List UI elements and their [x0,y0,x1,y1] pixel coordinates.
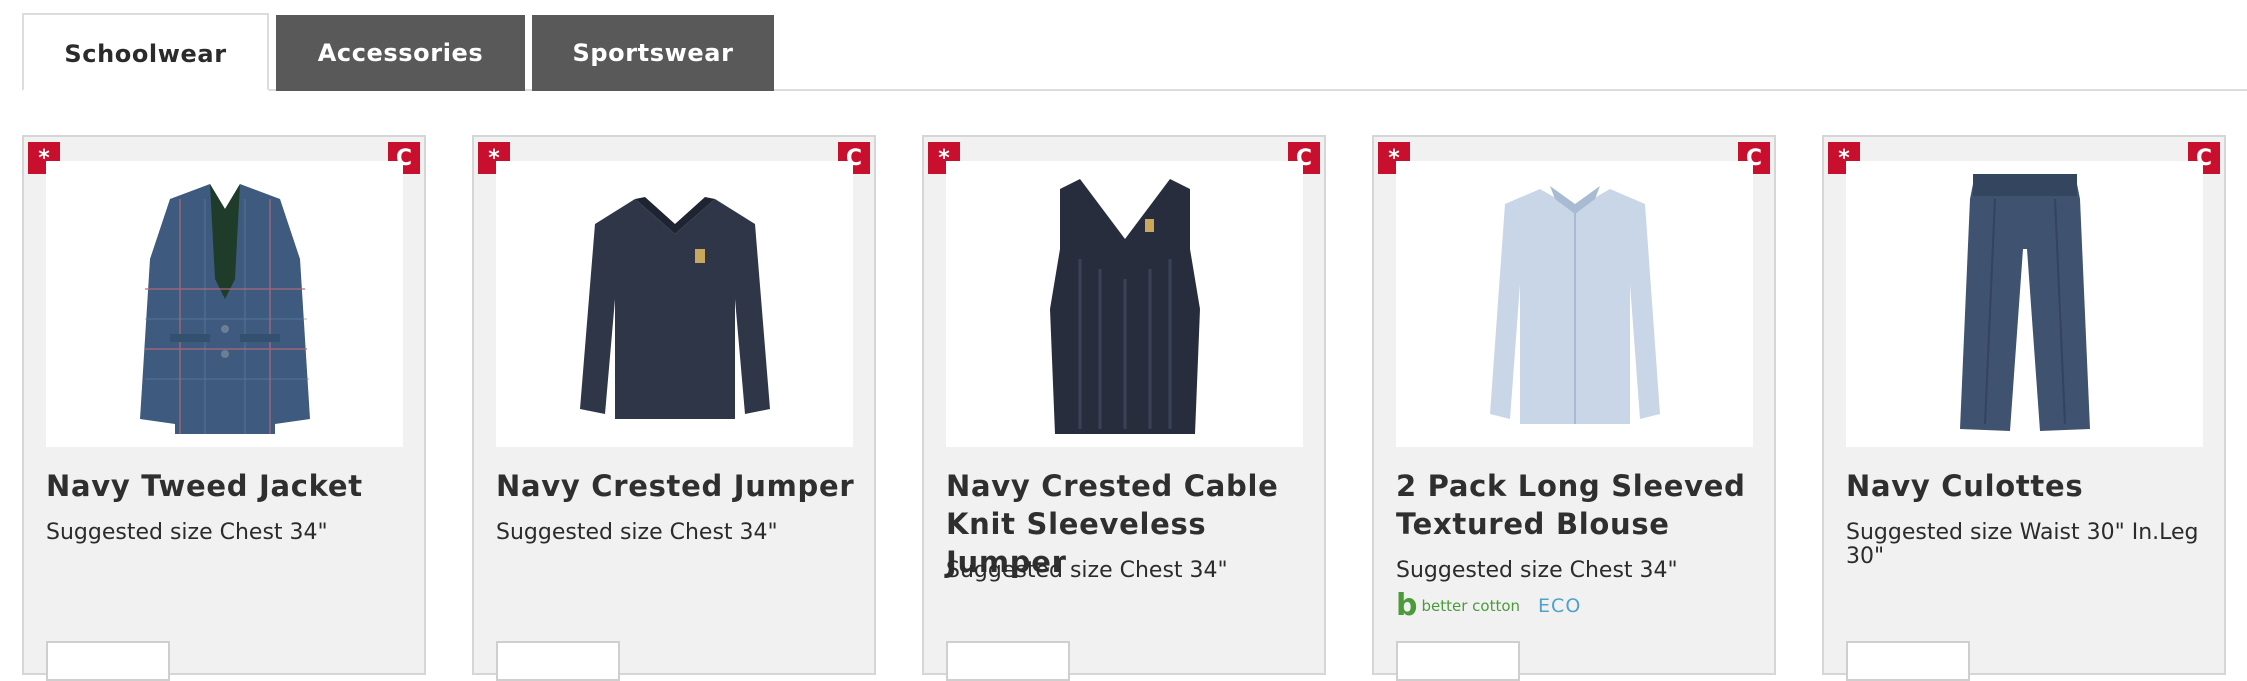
category-tabs: Schoolwear Accessories Sportswear [22,13,781,91]
product-card-sleeveless-jumper[interactable]: * C Navy Crested Cable Knit Sleeveless J… [922,135,1326,681]
size-select-button[interactable] [1846,641,1970,681]
size-select-button[interactable] [946,641,1070,681]
tab-schoolwear[interactable]: Schoolwear [22,13,269,91]
size-select-button[interactable] [1396,641,1520,681]
tweed-jacket-image[interactable] [46,161,403,447]
product-card-culottes[interactable]: * C Navy Culottes Suggested size Waist 3… [1822,135,2226,681]
product-title[interactable]: Navy Crested Jumper [496,467,866,505]
size-select-button[interactable] [46,641,170,681]
product-size: Suggested size Waist 30" In.Leg 30" [1846,520,2199,569]
product-card-tweed-jacket[interactable]: * C Navy Tweed Jacket Suggested size Che… [22,135,426,681]
crested-jumper-image[interactable] [496,161,853,447]
tab-accessories[interactable]: Accessories [276,15,525,91]
culottes-image[interactable] [1846,161,2203,447]
product-size: Suggested size Chest 34" [496,520,778,545]
product-size: Suggested size Chest 34" [946,558,1228,583]
eco-labels: b better cotton ECO [1396,588,1582,623]
product-title[interactable]: 2 Pack Long Sleeved Textured Blouse [1396,467,1766,543]
product-card-crested-jumper[interactable]: * C Navy Crested Jumper Suggested size C… [472,135,876,681]
sleeveless-jumper-image[interactable] [946,161,1303,447]
better-cotton-logo: b better cotton [1396,588,1521,623]
product-size: Suggested size Chest 34" [46,520,328,545]
size-select-button[interactable] [496,641,620,681]
product-title[interactable]: Navy Tweed Jacket [46,467,416,505]
blouse-image[interactable] [1396,161,1753,447]
tab-sportswear[interactable]: Sportswear [532,15,774,91]
product-size: Suggested size Chest 34" [1396,558,1678,583]
eco-logo: ECO [1538,595,1582,617]
product-card-blouse[interactable]: * C 2 Pack Long Sleeved Textured Blouse … [1372,135,1776,681]
product-title[interactable]: Navy Culottes [1846,467,2216,505]
